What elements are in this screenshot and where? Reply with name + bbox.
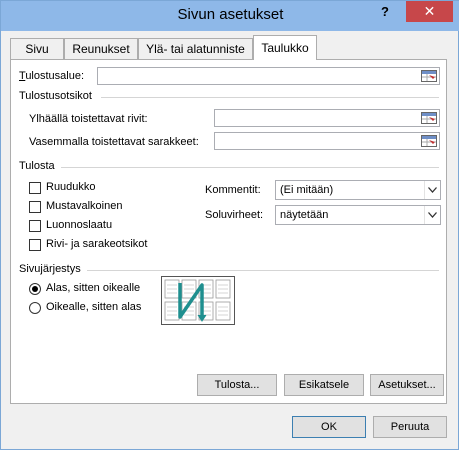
gridlines-checkbox[interactable] [29, 182, 41, 194]
draft-quality-checkbox[interactable] [29, 220, 41, 232]
row-column-headings-checkbox[interactable] [29, 239, 41, 251]
cell-errors-label: Soluvirheet: [205, 209, 264, 221]
comments-value: (Ei mitään) [280, 184, 334, 196]
options-button[interactable]: Asetukset... [370, 374, 444, 396]
down-then-over-radio[interactable] [29, 283, 41, 295]
help-button[interactable]: ? [372, 1, 398, 22]
tab-margins[interactable]: Reunukset [64, 38, 138, 59]
black-and-white-checkbox[interactable] [29, 201, 41, 213]
down-then-over-label: Alas, sitten oikealle [46, 282, 141, 294]
cancel-button[interactable]: Peruuta [373, 416, 447, 438]
over-then-down-radio[interactable] [29, 302, 41, 314]
ok-button[interactable]: OK [292, 416, 366, 438]
page-order-preview [161, 276, 235, 325]
columns-to-repeat-input[interactable] [214, 132, 440, 150]
separator [101, 97, 439, 98]
rows-to-repeat-label: Ylhäällä toistettavat rivit: [29, 113, 148, 125]
cell-errors-value: näytetään [280, 209, 329, 221]
range-select-icon[interactable] [419, 134, 438, 148]
tab-header-footer[interactable]: Ylä- tai alatunniste [138, 38, 253, 59]
comments-label: Kommentit: [205, 184, 261, 196]
print-section: Tulosta [19, 160, 55, 172]
print-area-input[interactable] [97, 67, 440, 85]
cell-errors-select[interactable]: näytetään [275, 205, 441, 225]
print-area-label: Tulostusalue: [19, 70, 85, 82]
print-button[interactable]: Tulosta... [197, 374, 277, 396]
print-titles-section: Tulostusotsikot [19, 90, 92, 102]
page-order-section: Sivujärjestys [19, 263, 81, 275]
print-preview-button[interactable]: Esikatsele [284, 374, 364, 396]
columns-to-repeat-label: Vasemmalla toistettavat sarakkeet: [29, 136, 199, 148]
draft-quality-label: Luonnoslaatu [46, 219, 113, 231]
range-select-icon[interactable] [419, 69, 438, 83]
black-and-white-label: Mustavalkoinen [46, 200, 123, 212]
title-bar: Sivun asetukset ? ✕ [1, 1, 459, 31]
chevron-down-icon[interactable] [424, 181, 440, 199]
tab-page[interactable]: Sivu [10, 38, 64, 59]
row-column-headings-label: Rivi- ja sarakeotsikot [46, 238, 148, 250]
rows-to-repeat-input[interactable] [214, 109, 440, 127]
over-then-down-label: Oikealle, sitten alas [46, 301, 142, 313]
print-area-label-text: ulostusalue: [25, 70, 85, 82]
separator [87, 270, 439, 271]
dialog-body: Sivu Reunukset Ylä- tai alatunniste Taul… [8, 31, 453, 444]
close-button[interactable]: ✕ [406, 1, 453, 22]
separator [61, 167, 439, 168]
tab-sheet[interactable]: Taulukko [253, 35, 317, 60]
page-setup-dialog: Sivun asetukset ? ✕ Sivu Reunukset Ylä- … [0, 0, 459, 450]
chevron-down-icon[interactable] [424, 206, 440, 224]
range-select-icon[interactable] [419, 111, 438, 125]
tab-panel-sheet: Tulostusalue: Tulostusotsikot Ylhäällä t… [10, 59, 447, 404]
gridlines-label: Ruudukko [46, 181, 96, 193]
comments-select[interactable]: (Ei mitään) [275, 180, 441, 200]
